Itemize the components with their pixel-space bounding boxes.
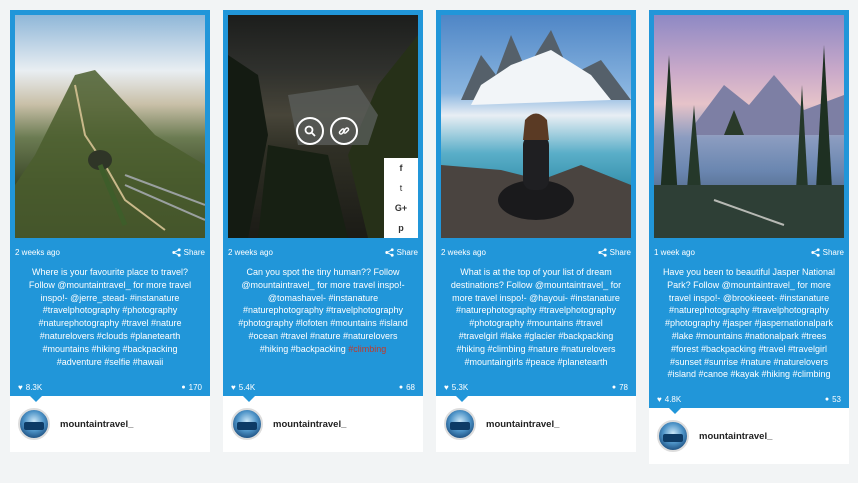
post-card-body: 1 week ago Share Have you been to beauti… — [649, 10, 849, 414]
facebook-icon[interactable]: f — [400, 163, 403, 173]
share-button[interactable]: Share — [811, 248, 844, 257]
post-photo[interactable] — [15, 15, 205, 238]
google-plus-icon[interactable]: G+ — [395, 203, 407, 213]
post-time: 1 week ago — [654, 247, 695, 257]
share-button[interactable]: Share — [172, 248, 205, 257]
link-button[interactable] — [330, 117, 358, 145]
photo-scene — [15, 70, 205, 238]
post-caption: Can you spot the tiny human?? Follow @mo… — [228, 263, 418, 378]
share-label: Share — [609, 247, 631, 257]
comments-value: 68 — [406, 382, 415, 392]
username[interactable]: mountaintravel_ — [273, 419, 346, 430]
username[interactable]: mountaintravel_ — [486, 419, 559, 430]
share-icon — [172, 247, 181, 257]
post-card[interactable]: 2 weeks ago Share What is at the top of … — [436, 10, 636, 452]
share-label: Share — [183, 247, 205, 257]
likes-value: 8.3K — [25, 382, 43, 392]
caption-highlight[interactable]: #climbing — [348, 344, 386, 354]
likes-value: 4.8K — [664, 394, 682, 404]
likes-count: ♥ 4.8K — [657, 395, 681, 404]
pinterest-icon[interactable]: p — [398, 223, 404, 233]
post-time: 2 weeks ago — [441, 247, 486, 257]
caption-text: Can you spot the tiny human?? Follow @mo… — [238, 267, 408, 354]
avatar[interactable] — [231, 408, 263, 440]
share-icon — [598, 247, 607, 257]
post-author[interactable]: mountaintravel_ — [649, 408, 849, 464]
heart-icon: ♥ — [18, 382, 23, 392]
post-author[interactable]: mountaintravel_ — [223, 396, 423, 452]
likes-count: ♥ 8.3K — [18, 383, 42, 392]
comments-count: ● 68 — [399, 383, 415, 392]
card-pointer — [243, 396, 255, 402]
likes-value: 5.3K — [451, 382, 469, 392]
comments-value: 53 — [832, 394, 841, 404]
username[interactable]: mountaintravel_ — [699, 431, 772, 442]
comment-icon: ● — [181, 383, 186, 391]
comment-icon: ● — [398, 383, 404, 391]
post-card[interactable]: f t G+ p 2 weeks ago Share Can you spot … — [223, 10, 423, 452]
share-label: Share — [396, 247, 418, 257]
post-caption: Have you been to beautiful Jasper Nation… — [662, 267, 836, 380]
share-icon — [811, 247, 820, 257]
share-button[interactable]: Share — [598, 248, 631, 257]
likes-count: ♥ 5.4K — [231, 383, 255, 392]
post-card-body: 2 weeks ago Share Where is your favourit… — [10, 10, 210, 402]
share-label: Share — [822, 247, 844, 257]
heart-icon: ♥ — [657, 394, 662, 404]
search-icon — [304, 125, 316, 137]
share-button[interactable]: Share — [385, 248, 418, 257]
share-menu: f t G+ p — [384, 158, 418, 238]
comments-value: 170 — [188, 382, 202, 392]
card-pointer — [669, 408, 681, 414]
avatar[interactable] — [657, 420, 689, 452]
share-icon — [385, 247, 394, 257]
post-caption: Where is your favourite place to travel?… — [28, 267, 192, 367]
post-time: 2 weeks ago — [228, 247, 273, 257]
post-photo[interactable]: f t G+ p — [228, 15, 418, 238]
comments-value: 78 — [619, 382, 628, 392]
likes-count: ♥ 5.3K — [444, 383, 468, 392]
avatar[interactable] — [444, 408, 476, 440]
search-zoom-button[interactable] — [296, 117, 324, 145]
post-caption: What is at the top of your list of dream… — [450, 267, 622, 367]
comments-count: ● 53 — [825, 395, 841, 404]
post-photo[interactable] — [654, 15, 844, 238]
heart-icon: ♥ — [231, 382, 236, 392]
comments-count: ● 78 — [612, 383, 628, 392]
comments-count: ● 170 — [181, 383, 202, 392]
link-icon — [338, 127, 350, 135]
likes-value: 5.4K — [238, 382, 256, 392]
post-author[interactable]: mountaintravel_ — [436, 396, 636, 452]
post-card[interactable]: 2 weeks ago Share Where is your favourit… — [10, 10, 210, 452]
post-time: 2 weeks ago — [15, 247, 60, 257]
heart-icon: ♥ — [444, 382, 449, 392]
twitter-icon[interactable]: t — [400, 183, 403, 193]
username[interactable]: mountaintravel_ — [60, 419, 133, 430]
post-photo[interactable] — [441, 15, 631, 238]
photo-scene — [441, 30, 631, 238]
avatar[interactable] — [18, 408, 50, 440]
photo-scene — [654, 45, 844, 238]
post-card-body: 2 weeks ago Share What is at the top of … — [436, 10, 636, 402]
post-author[interactable]: mountaintravel_ — [10, 396, 210, 452]
card-pointer — [456, 396, 468, 402]
post-card[interactable]: 1 week ago Share Have you been to beauti… — [649, 10, 849, 464]
card-pointer — [30, 396, 42, 402]
comment-icon: ● — [824, 395, 830, 403]
comment-icon: ● — [611, 383, 617, 391]
post-card-body: f t G+ p 2 weeks ago Share Can you spot … — [223, 10, 423, 402]
